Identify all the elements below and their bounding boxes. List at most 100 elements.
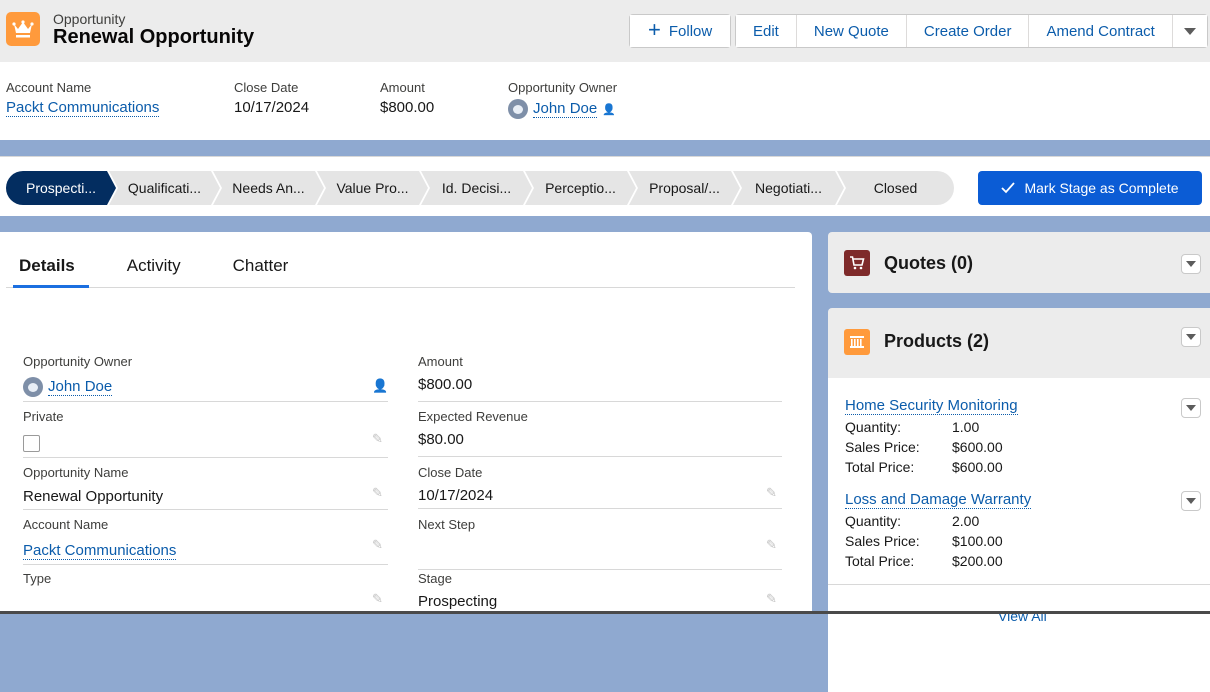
path-stage[interactable]: Closed <box>837 171 954 205</box>
total-price-value: $600.00 <box>952 459 1003 475</box>
product-item: Home Security Monitoring Quantity: 1.00 S… <box>845 397 1018 477</box>
cart-icon <box>844 250 870 276</box>
highlight-owner: Opportunity Owner John Doe 👤 <box>508 80 617 119</box>
sales-path: Prospecti... Qualificati... Needs An... … <box>0 156 1210 216</box>
highlight-label: Opportunity Owner <box>508 80 618 95</box>
products-related-list: Products (2) Home Security Monitoring Qu… <box>828 308 1210 692</box>
quantity-value: 1.00 <box>952 419 980 435</box>
header-title-bar: Opportunity Renewal Opportunity + Follow… <box>0 0 1210 62</box>
change-owner-icon[interactable]: 👤 <box>602 103 616 116</box>
owner-link[interactable]: John Doe <box>48 378 113 396</box>
avatar <box>508 99 528 119</box>
tab-activity[interactable]: Activity <box>127 250 181 287</box>
record-header: Opportunity Renewal Opportunity + Follow… <box>0 0 1210 140</box>
field-next-step: Next Step ✎ <box>418 517 782 570</box>
close-date-value: 10/17/2024 <box>234 99 310 116</box>
field-label: Next Step <box>418 517 476 532</box>
amount-value: $800.00 <box>380 99 435 116</box>
highlight-account-name: Account Name Packt Communications <box>6 80 160 117</box>
pencil-icon[interactable]: ✎ <box>372 485 388 501</box>
new-quote-button[interactable]: New Quote <box>796 15 907 47</box>
field-close-date: Close Date 10/17/2024 ✎ <box>418 465 782 509</box>
record-tabs: Details Activity Chatter <box>6 250 795 288</box>
edit-button[interactable]: Edit <box>736 15 797 47</box>
field-amount: Amount $800.00 <box>418 354 782 402</box>
pencil-icon[interactable]: ✎ <box>372 431 388 447</box>
field-value: 10/17/2024 <box>418 487 494 504</box>
details-card: Details Activity Chatter Opportunity Own… <box>0 232 812 614</box>
owner-link[interactable]: John Doe <box>533 100 598 118</box>
quotes-title[interactable]: Quotes (0) <box>884 253 973 274</box>
highlight-label: Amount <box>380 80 425 95</box>
amend-contract-button[interactable]: Amend Contract <box>1029 15 1173 47</box>
path-stage[interactable]: Perceptio... <box>525 171 636 205</box>
pencil-icon[interactable]: ✎ <box>766 591 782 607</box>
path-stage[interactable]: Id. Decisi... <box>421 171 532 205</box>
path-stage[interactable]: Value Pro... <box>317 171 428 205</box>
products-title[interactable]: Products (2) <box>884 331 989 352</box>
field-expected-revenue: Expected Revenue $80.00 <box>418 409 782 457</box>
total-price-label: Total Price: <box>845 459 915 475</box>
field-label: Expected Revenue <box>418 409 528 424</box>
chevron-down-icon <box>1186 405 1196 411</box>
field-value: $80.00 <box>418 431 464 448</box>
chevron-down-icon <box>1183 27 1196 35</box>
record-title: Renewal Opportunity <box>53 26 255 48</box>
field-label: Type <box>23 571 52 586</box>
field-private: Private ✎ <box>23 409 388 458</box>
tab-chatter[interactable]: Chatter <box>233 250 289 287</box>
highlight-amount: Amount $800.00 <box>380 80 434 116</box>
product-item: Loss and Damage Warranty Quantity: 2.00 S… <box>845 491 1032 571</box>
path-stage[interactable]: Needs An... <box>213 171 324 205</box>
sales-price-value: $600.00 <box>952 439 1003 455</box>
field-opportunity-name: Opportunity Name Renewal Opportunity ✎ <box>23 465 388 510</box>
field-label: Amount <box>418 354 463 369</box>
follow-label: Follow <box>668 22 713 40</box>
create-order-button[interactable]: Create Order <box>906 15 1030 47</box>
quotes-menu-button[interactable] <box>1181 254 1201 274</box>
field-label: Close Date <box>418 465 483 480</box>
product-name-link[interactable]: Loss and Damage Warranty <box>845 491 1032 509</box>
avatar <box>23 377 43 397</box>
field-opportunity-owner: Opportunity Owner John Doe 👤 <box>23 354 388 402</box>
products-menu-button[interactable] <box>1181 327 1201 347</box>
path-stages: Prospecti... Qualificati... Needs An... … <box>6 171 954 205</box>
crown-icon <box>6 12 40 46</box>
product-name-link[interactable]: Home Security Monitoring <box>845 397 1018 415</box>
path-stage[interactable]: Negotiati... <box>733 171 844 205</box>
highlights-panel: Account Name Packt Communications Close … <box>0 62 1210 140</box>
mark-stage-complete-button[interactable]: Mark Stage as Complete <box>978 171 1202 205</box>
product-row-menu-button[interactable] <box>1181 491 1201 511</box>
field-label: Stage <box>418 571 452 586</box>
pencil-icon[interactable]: ✎ <box>766 485 782 501</box>
account-name-link[interactable]: Packt Communications <box>23 542 177 560</box>
field-label: Account Name <box>23 517 109 532</box>
change-owner-icon[interactable]: 👤 <box>372 378 388 394</box>
account-name-link[interactable]: Packt Communications <box>6 99 160 117</box>
pencil-icon[interactable]: ✎ <box>372 537 388 553</box>
path-stage[interactable]: Prospecti... <box>6 171 116 205</box>
mark-stage-complete-label: Mark Stage as Complete <box>1024 180 1179 196</box>
field-label: Private <box>23 409 64 424</box>
divider <box>828 584 1210 585</box>
object-type-label: Opportunity <box>53 11 126 27</box>
chevron-down-icon <box>1186 261 1196 267</box>
quantity-label: Quantity: <box>845 513 902 529</box>
product-row-menu-button[interactable] <box>1181 398 1201 418</box>
field-value: $800.00 <box>418 376 473 393</box>
action-button-group: Edit New Quote Create Order Amend Contra… <box>735 14 1208 48</box>
pencil-icon[interactable]: ✎ <box>372 591 388 607</box>
pencil-icon[interactable]: ✎ <box>766 537 782 553</box>
path-stage[interactable]: Qualificati... <box>109 171 220 205</box>
tab-details[interactable]: Details <box>13 250 89 288</box>
path-stage[interactable]: Proposal/... <box>629 171 740 205</box>
follow-button[interactable]: + Follow <box>630 15 731 47</box>
sales-price-label: Sales Price: <box>845 533 920 549</box>
field-label: Opportunity Owner <box>23 354 133 369</box>
field-label: Opportunity Name <box>23 465 129 480</box>
more-actions-button[interactable] <box>1172 15 1207 47</box>
total-price-value: $200.00 <box>952 553 1003 569</box>
private-checkbox[interactable] <box>23 435 40 452</box>
quantity-label: Quantity: <box>845 419 902 435</box>
quantity-value: 2.00 <box>952 513 980 529</box>
